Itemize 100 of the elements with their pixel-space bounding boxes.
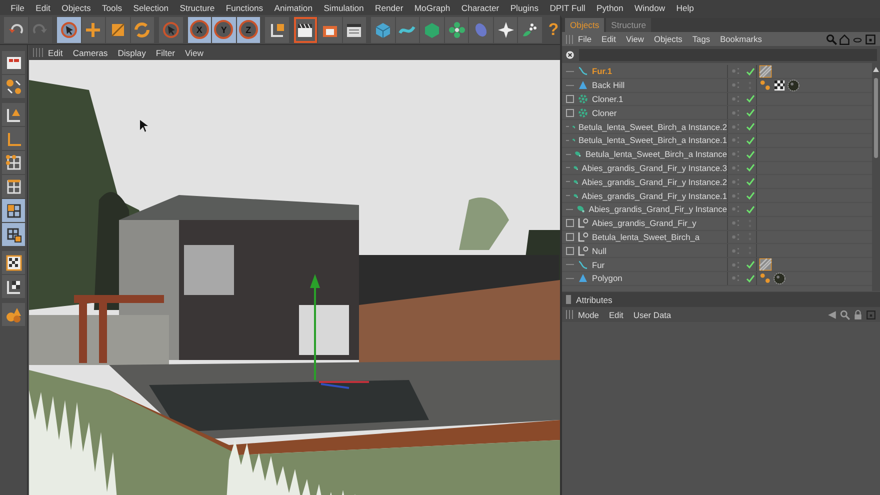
menu-item[interactable]: Objects bbox=[648, 34, 688, 44]
enable-toggle[interactable] bbox=[744, 189, 757, 202]
menu-item[interactable]: Edit bbox=[596, 34, 621, 44]
menu-item[interactable]: File bbox=[5, 2, 30, 12]
mode-button[interactable] bbox=[2, 75, 25, 98]
panel-tab[interactable]: Objects bbox=[565, 18, 604, 32]
enable-toggle[interactable] bbox=[744, 202, 757, 216]
menu-item[interactable]: Python bbox=[590, 2, 629, 12]
menu-item[interactable]: Structure bbox=[174, 2, 220, 12]
menu-item[interactable]: Tags bbox=[687, 34, 716, 44]
object-name[interactable]: Back Hill bbox=[592, 80, 625, 90]
tool-button[interactable] bbox=[342, 16, 366, 42]
cube-icon bbox=[423, 20, 441, 38]
visibility-dots-icon bbox=[730, 66, 742, 76]
object-name[interactable]: Betula_lenta_Sweet_Birch_a Instance.2 bbox=[578, 122, 727, 132]
mode-button[interactable] bbox=[2, 151, 25, 174]
grip-icon bbox=[566, 34, 573, 44]
enable-toggle[interactable] bbox=[744, 134, 757, 147]
menu-item[interactable]: View bbox=[620, 34, 649, 44]
menu-item[interactable]: Plugins bbox=[504, 2, 544, 12]
object-name[interactable]: Abies_grandis_Grand_Fir_y Instance.2 bbox=[582, 176, 727, 187]
expand-toggle[interactable] bbox=[566, 246, 574, 255]
tool-button[interactable] bbox=[518, 16, 542, 42]
object-name[interactable]: Betula_lenta_Sweet_Birch_a Instance.1 bbox=[578, 135, 727, 146]
object-name[interactable]: Null bbox=[592, 246, 606, 256]
menu-item[interactable]: Character bbox=[456, 2, 505, 12]
lock-icon[interactable] bbox=[853, 310, 863, 320]
mode-button[interactable] bbox=[2, 199, 25, 222]
mode-button[interactable] bbox=[2, 251, 25, 274]
enable-toggle[interactable] bbox=[744, 162, 757, 174]
visibility-dots-icon bbox=[730, 108, 742, 118]
menu-item[interactable]: File bbox=[573, 34, 596, 44]
menu-item[interactable]: Animation bbox=[268, 2, 318, 12]
search-icon[interactable] bbox=[826, 34, 837, 44]
mode-button[interactable] bbox=[2, 103, 25, 126]
menu-item[interactable]: Edit bbox=[30, 2, 56, 12]
enable-toggle[interactable] bbox=[744, 106, 757, 120]
menu-item[interactable]: Window bbox=[628, 2, 671, 12]
cog-icon bbox=[577, 106, 589, 119]
menu-item[interactable]: Display bbox=[112, 48, 151, 58]
menu-item[interactable]: View bbox=[180, 48, 208, 58]
menu-item[interactable]: Functions bbox=[220, 2, 269, 12]
object-name[interactable]: Polygon bbox=[592, 273, 622, 284]
home-icon[interactable] bbox=[839, 34, 850, 44]
expand-toggle[interactable] bbox=[566, 108, 574, 117]
object-name[interactable]: Abies_grandis_Grand_Fir_y bbox=[592, 218, 696, 228]
object-name[interactable]: Cloner bbox=[592, 108, 617, 118]
enable-toggle[interactable] bbox=[744, 272, 757, 285]
menu-item[interactable]: Selection bbox=[128, 2, 174, 12]
expand-toggle[interactable] bbox=[566, 219, 574, 228]
enable-toggle[interactable] bbox=[744, 148, 757, 161]
menu-item[interactable]: Edit bbox=[43, 48, 68, 58]
menu-item[interactable]: Help bbox=[670, 2, 700, 12]
object-name[interactable]: Fur bbox=[592, 260, 605, 270]
scrollbar[interactable] bbox=[872, 63, 880, 291]
panel-tab[interactable]: Structure bbox=[606, 18, 652, 32]
menu-item[interactable]: User Data bbox=[628, 310, 676, 320]
tool-button[interactable] bbox=[494, 16, 518, 42]
menu-item[interactable]: Objects bbox=[56, 2, 96, 12]
striped-tag-icon bbox=[759, 258, 772, 272]
menu-item[interactable]: Render bbox=[369, 2, 409, 12]
window-icon[interactable] bbox=[865, 34, 876, 44]
object-name[interactable]: Fur.1 bbox=[592, 66, 612, 76]
menu-item[interactable]: DPIT Full bbox=[544, 2, 591, 12]
grip-icon bbox=[33, 48, 43, 57]
mode-button[interactable] bbox=[2, 275, 25, 298]
search-icon[interactable] bbox=[840, 310, 850, 320]
menu-item[interactable]: Edit bbox=[604, 310, 628, 320]
enable-toggle[interactable] bbox=[744, 120, 757, 133]
menu-item[interactable]: Filter bbox=[150, 48, 180, 58]
expand-toggle[interactable] bbox=[566, 232, 574, 241]
tool-button[interactable] bbox=[318, 16, 342, 42]
tool-button[interactable] bbox=[265, 16, 289, 42]
mode-button[interactable] bbox=[2, 51, 25, 74]
object-name[interactable]: Abies_grandis_Grand_Fir_y Instance.3 bbox=[582, 162, 727, 173]
tool-button[interactable] bbox=[444, 16, 468, 42]
tool-button[interactable] bbox=[294, 16, 318, 42]
flower-icon bbox=[448, 20, 466, 38]
object-name[interactable]: Abies_grandis_Grand_Fir_y Instance.1 bbox=[582, 190, 727, 201]
menu-item[interactable]: Bookmarks bbox=[715, 34, 767, 44]
menu-item[interactable]: Tools bbox=[96, 2, 128, 12]
enable-toggle[interactable] bbox=[744, 65, 757, 78]
menu-item[interactable]: Cameras bbox=[68, 48, 113, 58]
scroll-up-arrow-icon[interactable] bbox=[873, 67, 879, 72]
back-arrow-icon[interactable] bbox=[827, 310, 837, 320]
dots-tag-icon bbox=[759, 272, 772, 285]
enable-toggle[interactable] bbox=[744, 175, 757, 188]
object-name[interactable]: Betula_lenta_Sweet_Birch_a Instance bbox=[585, 149, 727, 160]
enable-toggle[interactable] bbox=[744, 258, 757, 271]
tool-button[interactable] bbox=[57, 16, 81, 42]
object-name[interactable]: Betula_lenta_Sweet_Birch_a bbox=[592, 232, 700, 242]
enable-toggle[interactable] bbox=[744, 92, 757, 106]
mode-button[interactable] bbox=[2, 175, 25, 198]
mode-button[interactable] bbox=[2, 223, 25, 246]
menu-item[interactable]: Simulation bbox=[318, 2, 370, 12]
menu-item[interactable]: MoGraph bbox=[408, 2, 456, 12]
object-name[interactable]: Cloner.1 bbox=[592, 94, 624, 104]
expand-toggle[interactable] bbox=[566, 94, 574, 103]
object-name[interactable]: Abies_grandis_Grand_Fir_y Instance bbox=[588, 204, 727, 214]
menu-item[interactable]: Mode bbox=[573, 310, 604, 320]
